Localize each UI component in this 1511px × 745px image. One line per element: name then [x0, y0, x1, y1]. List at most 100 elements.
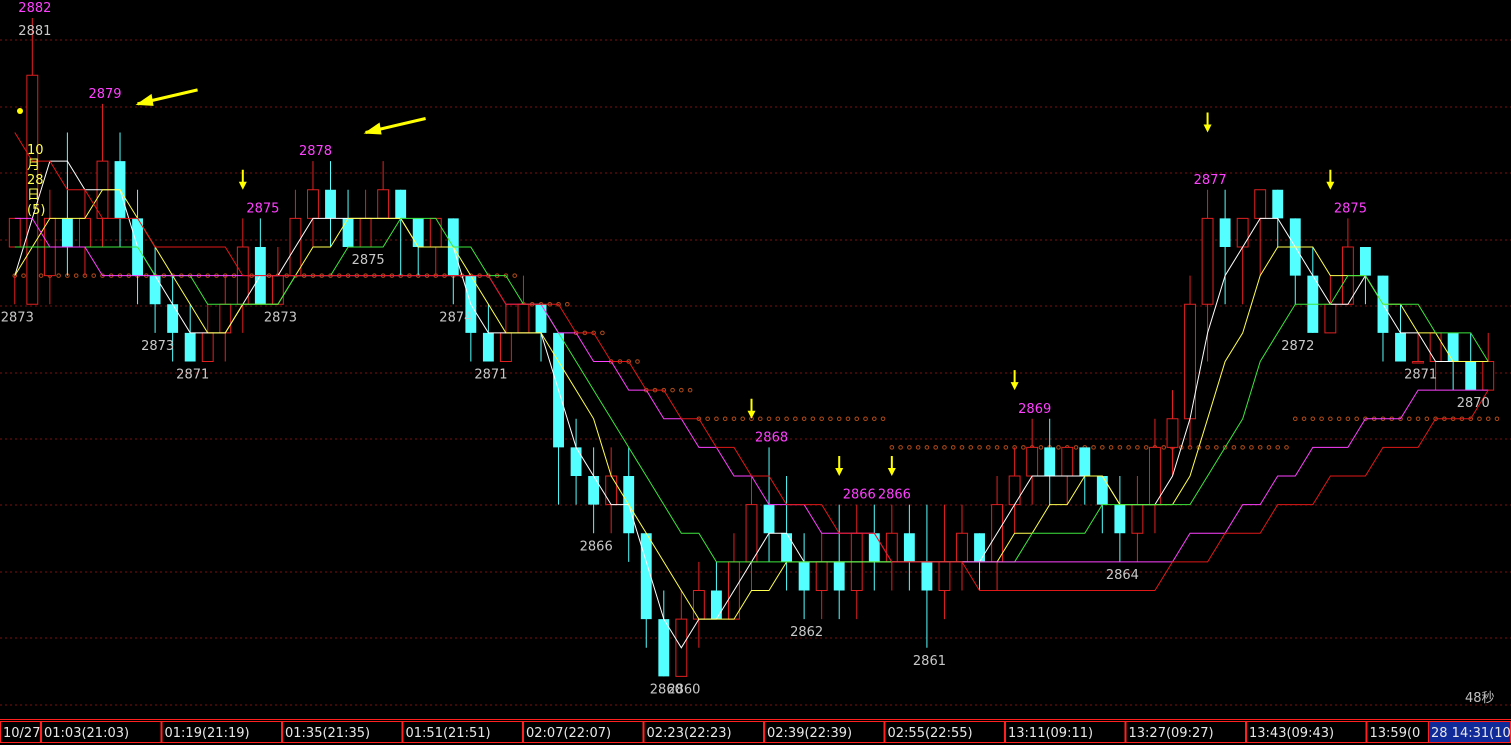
candle-body-down — [710, 590, 722, 620]
price-annotation-low: 2870 — [1457, 396, 1490, 411]
price-annotation-high: 2866 — [843, 488, 876, 503]
candle-body-down — [798, 561, 810, 591]
candle-body-up — [78, 217, 91, 248]
price-annotation-low: 2864 — [1106, 568, 1139, 583]
candle-body-up — [1026, 446, 1039, 477]
candle-body-down — [412, 218, 424, 247]
time-axis-label: 13:59(0 — [1370, 726, 1421, 741]
candle-body-up — [1131, 504, 1144, 534]
candle-body-down — [903, 533, 915, 562]
candle-body-up — [1008, 475, 1021, 506]
candle-body-down — [149, 275, 161, 305]
candle-body-down — [61, 218, 73, 247]
candle-body-down — [1360, 247, 1371, 276]
time-axis-label: 01:51(21:51) — [406, 726, 491, 741]
price-annotation-low: 2872 — [1281, 339, 1314, 354]
time-axis-label: 02:23(22:23) — [647, 726, 732, 741]
price-annotation-low: 2866 — [580, 539, 613, 554]
candle-body-up — [1061, 446, 1074, 477]
candle-body-up — [692, 590, 705, 620]
time-axis-bar: 10/27 01:03(21:03) 01:19(21:19) 01:35(21:35… — [0, 719, 1511, 745]
price-annotation-low: 2861 — [913, 654, 946, 669]
candle-body-up — [1324, 303, 1337, 334]
candle-body-down — [1447, 332, 1459, 362]
candle-body-down — [974, 533, 985, 562]
candle-body-up — [938, 561, 951, 591]
candle-body-down — [1465, 361, 1477, 391]
candle-body-up — [1166, 418, 1179, 448]
candle-body-up — [1236, 217, 1249, 248]
price-annotation-high: 2875 — [1334, 201, 1367, 216]
candle-body-up — [1482, 361, 1495, 391]
candle-body-up — [359, 217, 372, 248]
candle-body-down — [1219, 218, 1231, 247]
price-annotation-low: 2874 — [439, 310, 472, 325]
price-annotation-high: 2882 — [18, 1, 51, 16]
date-label-part: 28 — [27, 173, 44, 188]
time-axis-label: 13:43(09:43) — [1249, 726, 1334, 741]
price-annotation-high: 2868 — [755, 430, 788, 445]
candle-body-down — [1079, 447, 1091, 476]
candle-body-down — [1272, 189, 1284, 219]
candle-body-up — [1412, 361, 1425, 364]
candle-body-up — [745, 504, 758, 563]
time-axis-label: 13:27(09:27) — [1129, 726, 1214, 741]
countdown-label: 48秒 — [1465, 691, 1495, 706]
price-annotation-low: 2860 — [667, 682, 700, 697]
price-annotation-high: 2877 — [1194, 173, 1227, 188]
date-label-part: 月 — [27, 158, 40, 173]
price-annotation-high: 2866 — [878, 488, 911, 503]
indicator-dot — [17, 108, 23, 114]
price-annotation-low: 2873 — [141, 339, 174, 354]
time-axis-label: 28 14:31(10 — [1431, 726, 1511, 741]
candle-body-up — [1201, 217, 1214, 305]
time-axis-label: 01:19(21:19) — [165, 726, 250, 741]
price-annotation-high: 2875 — [246, 201, 279, 216]
candle-body-down — [833, 561, 845, 591]
candle-body-down — [325, 189, 336, 219]
candle-body-up — [956, 532, 968, 563]
candle-body-up — [1254, 189, 1267, 219]
time-axis-label: 13:11(09:11) — [1008, 726, 1093, 741]
candle-body-up — [8, 217, 21, 248]
candlestick-chart: 2882288128792873287328712875287328782875… — [0, 0, 1511, 745]
candle-body-up — [885, 532, 898, 563]
candle-body-down — [1044, 447, 1056, 476]
candle-body-down — [482, 332, 494, 362]
candle-body-down — [763, 504, 775, 534]
price-annotation-high: 2878 — [299, 144, 332, 159]
price-annotation-low: 2873 — [1, 310, 34, 325]
candle-body-up — [605, 475, 618, 506]
date-label-part: 日 — [27, 188, 40, 203]
price-annotation-low: 2875 — [352, 253, 385, 268]
candle-body-down — [167, 304, 179, 333]
candle-body-up — [1429, 332, 1442, 362]
price-annotation-low: 2871 — [176, 368, 209, 383]
time-axis-label: 02:07(22:07) — [526, 726, 611, 741]
price-annotation-low: 2871 — [1404, 368, 1437, 383]
date-label-part: (5) — [27, 203, 45, 218]
price-annotation-low: 2881 — [18, 24, 51, 39]
candle-body-down — [588, 476, 600, 505]
time-axis-label: 02:39(22:39) — [767, 726, 852, 741]
candle-body-down — [781, 533, 793, 562]
date-label-part: 10 — [27, 143, 44, 158]
candle-body-down — [342, 218, 354, 247]
candle-body-down — [921, 561, 933, 591]
candle-body-up — [1149, 446, 1161, 506]
time-axis-label: 02:55(22:55) — [888, 726, 973, 741]
price-annotation-low: 2871 — [474, 368, 507, 383]
price-annotation-high: 2869 — [1018, 402, 1051, 417]
candle-body-down — [658, 619, 670, 677]
candle-body-down — [1395, 332, 1406, 362]
candle-body-down — [640, 533, 652, 620]
candle-body-down — [868, 533, 880, 562]
candle-body-up — [815, 561, 828, 591]
time-axis-label: 01:03(21:03) — [44, 726, 129, 741]
price-annotation-low: 2862 — [790, 625, 823, 640]
candle-body-down — [184, 332, 196, 362]
candle-body-down — [395, 189, 407, 219]
candle-body-down — [535, 304, 547, 333]
candle-body-up — [307, 189, 319, 219]
candle-body-up — [517, 303, 530, 334]
